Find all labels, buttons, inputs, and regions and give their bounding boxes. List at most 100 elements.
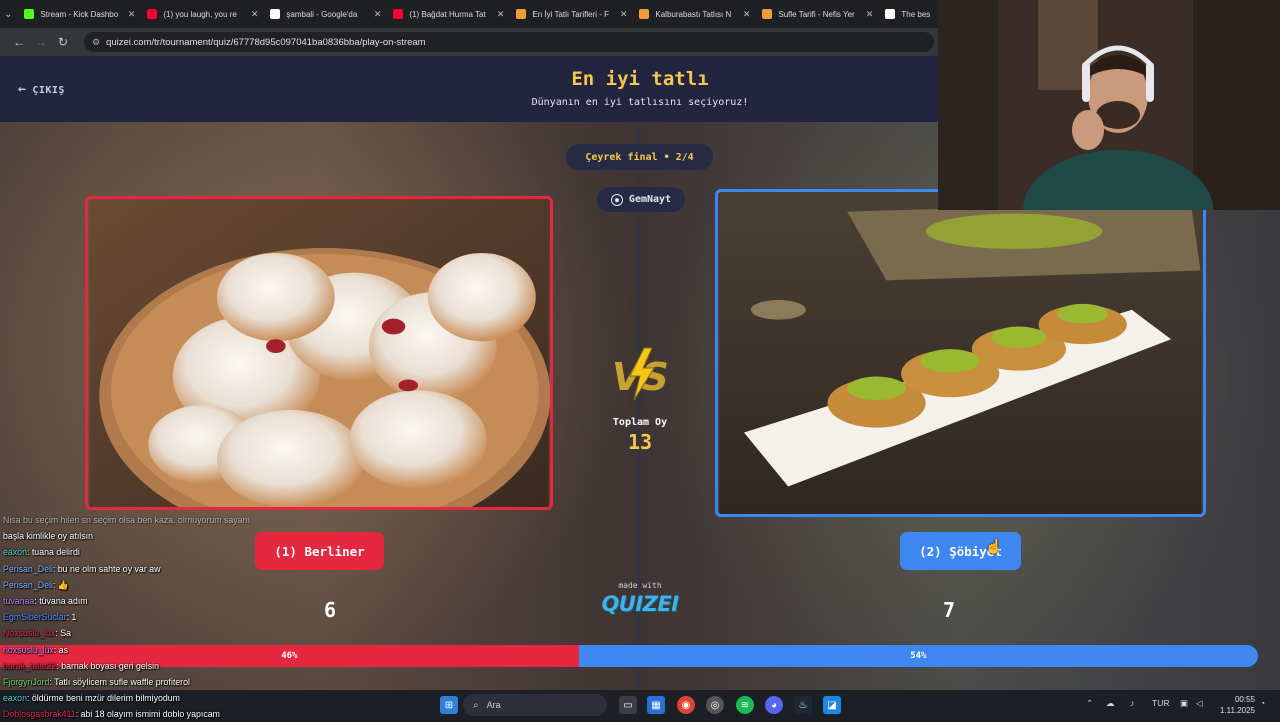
total-votes-value: 13 (627, 430, 653, 454)
user-icon: ● (610, 193, 623, 206)
chat-message: burak_talat22: barnak boyası geri gelsin (0, 658, 420, 674)
chat-message: FjorgynJord: Tatlı söylicem sufle waffle… (0, 674, 420, 690)
close-tab-icon[interactable]: ✕ (620, 9, 628, 20)
chat-text: : Tatlı söylicem sufle waffle profiterol (49, 676, 190, 687)
chat-text: : öldürme beni mzür dilerim bilmiyodum (26, 693, 180, 704)
youtube-icon (147, 9, 158, 19)
reload-icon[interactable]: ↻ (52, 35, 74, 49)
chat-text: : Sa (55, 628, 71, 639)
taskbar-clock[interactable]: 00:55 1.11.2025 (1215, 694, 1255, 716)
back-arrow-icon[interactable]: ← (8, 35, 30, 49)
volume-icon[interactable]: ◁ (1196, 698, 1203, 709)
search-icon: ⌕ (473, 699, 479, 711)
chat-username[interactable]: Noxsuslu_lux (3, 628, 55, 638)
steam-icon[interactable]: ♨ (794, 696, 812, 714)
browser-tab-label: (1) you laugh, you re (163, 9, 237, 19)
bookmark-icon (516, 9, 527, 19)
chat-username[interactable]: eaxon (3, 547, 27, 557)
chat-text: : tuana delirdi (26, 547, 80, 558)
close-tab-icon[interactable]: ✕ (743, 9, 751, 20)
chat-text: Nisa bu seçim hilen sn seçim olsa ben ka… (3, 515, 250, 525)
tray-chevron-icon[interactable]: ⌃ (1086, 698, 1093, 709)
network-icon[interactable]: ▣ (1180, 698, 1188, 709)
right-vote-count: 7 (942, 598, 956, 622)
choose-right-button[interactable]: (2) Şöbiyet (900, 532, 1021, 570)
quizei-logo[interactable]: QUIZEI (598, 592, 682, 616)
close-tab-icon[interactable]: ✕ (128, 9, 136, 20)
option-card-left[interactable] (85, 196, 553, 510)
tab-search-chevron-icon[interactable]: ⌄ (4, 4, 12, 24)
right-percent-bar: 54% (578, 645, 1258, 667)
youtube-icon (393, 9, 404, 19)
chat-username[interactable]: Doblosgasbrak411 (3, 709, 76, 719)
chat-text: : tüvana adım (34, 595, 88, 606)
chat-message: noxsuslu_lux: as (0, 642, 420, 658)
chat-message: eaxon: tuana delirdi (0, 544, 420, 560)
browser-tab[interactable]: (1) you laugh, you re ✕ (141, 0, 264, 28)
chat-text: : 👍 (52, 579, 69, 590)
chat-text: : abi 18 olayım ismimi doblo yapıcam (75, 709, 220, 720)
spotify-icon[interactable]: ≋ (736, 696, 754, 714)
chat-username[interactable]: FjorgynJord (3, 677, 49, 687)
chrome-icon[interactable]: ◉ (677, 696, 695, 714)
browser-tab[interactable]: Sufle Tarifi - Nefis Yer ✕ (756, 0, 879, 28)
versus-icon: VS (612, 347, 669, 401)
close-tab-icon[interactable]: ✕ (251, 9, 259, 20)
cloud-icon[interactable]: ☁ (1106, 698, 1115, 709)
chat-username[interactable]: tuvanaa (3, 596, 34, 606)
task-view-icon[interactable]: ▭ (619, 696, 637, 714)
chat-username[interactable]: EgmSiberSuclar (3, 612, 67, 622)
start-windows-icon[interactable]: ⊞ (440, 696, 458, 714)
browser-tab-label: (1) Bağdat Hurma Tat (409, 9, 486, 19)
streamer-badge: ● GemNayt (597, 187, 685, 212)
chat-username[interactable]: burak_talat22 (3, 661, 56, 671)
total-votes-label: Toplam Oy (612, 417, 668, 428)
berliner-image (89, 199, 550, 507)
browser-tab[interactable]: Kalburabastı Tatlısı N ✕ (633, 0, 756, 28)
obs-icon[interactable]: ◎ (706, 696, 724, 714)
chat-message: tuvanaa: tüvana adım (0, 593, 420, 609)
chat-text: : barnak boyası geri gelsin (56, 660, 160, 671)
chat-username[interactable]: noxsuslu_lux (3, 645, 54, 655)
mouse-cursor-icon: ☝ (985, 538, 1003, 554)
google-icon (270, 9, 281, 19)
site-info-icon[interactable]: ⚙ (92, 37, 100, 48)
close-tab-icon[interactable]: ✕ (866, 9, 874, 20)
browser-tab-label: Kalburabastı Tatlısı N (655, 9, 732, 19)
app-icon[interactable]: ◪ (823, 696, 841, 714)
store-icon[interactable]: ▦ (647, 696, 665, 714)
clock-date: 1.11.2025 (1220, 706, 1255, 715)
browser-tab[interactable]: (1) Bağdat Hurma Tat ✕ (387, 0, 510, 28)
streamer-webcam (938, 0, 1280, 210)
browser-tab[interactable]: şambali - Google'da ✕ (264, 0, 387, 28)
browser-tab[interactable]: En İyi Tatlı Tarifleri - F ✕ (510, 0, 633, 28)
stream-chat-overlay: Nisa bu seçim hilen sn seçim olsa ben ka… (0, 512, 420, 722)
clock-time: 00:55 (1234, 695, 1255, 704)
chat-username[interactable]: Perisan_Deli (3, 564, 53, 574)
browser-tab[interactable]: Stream - Kick Dashbo ✕ (18, 0, 141, 28)
streamer-name: GemNayt (628, 194, 672, 205)
taskbar-search[interactable]: ⌕ Ara (463, 694, 607, 716)
diamond-icon (885, 9, 896, 19)
close-tab-icon[interactable]: ✕ (374, 9, 382, 20)
notification-bell-icon[interactable]: ◔ (1260, 698, 1265, 708)
close-tab-icon[interactable]: ✕ (497, 9, 505, 20)
chat-message: Nisa bu seçim hilen sn seçim olsa ben ka… (0, 512, 420, 528)
bookmark-icon (762, 9, 773, 19)
chat-text: başla kimlikle oy atılsın (3, 531, 93, 542)
browser-tab-label: Stream - Kick Dashbo (40, 9, 119, 19)
browser-tab-label: En İyi Tatlı Tarifleri - F (532, 9, 610, 19)
url-text: quizei.com/tr/tournament/quiz/67778d95c0… (106, 36, 426, 48)
chat-text: : bu ne olm sahte oy var aw (52, 563, 161, 574)
microphone-icon[interactable]: ♪ (1130, 698, 1134, 708)
url-input[interactable]: ⚙ quizei.com/tr/tournament/quiz/67778d95… (84, 32, 934, 52)
chat-message: EgmSiberSuclar: 1 (0, 609, 420, 625)
chat-username[interactable]: Perisan_Deli (3, 580, 53, 590)
chat-username[interactable]: eaxon (3, 693, 27, 703)
sobiyet-image (719, 192, 1202, 514)
chat-text: : as (53, 644, 69, 655)
option-card-right[interactable] (715, 189, 1206, 517)
discord-icon[interactable]: ◕ (765, 696, 783, 714)
language-indicator[interactable]: TUR (1152, 698, 1169, 708)
forward-arrow-icon[interactable]: → (30, 35, 52, 49)
